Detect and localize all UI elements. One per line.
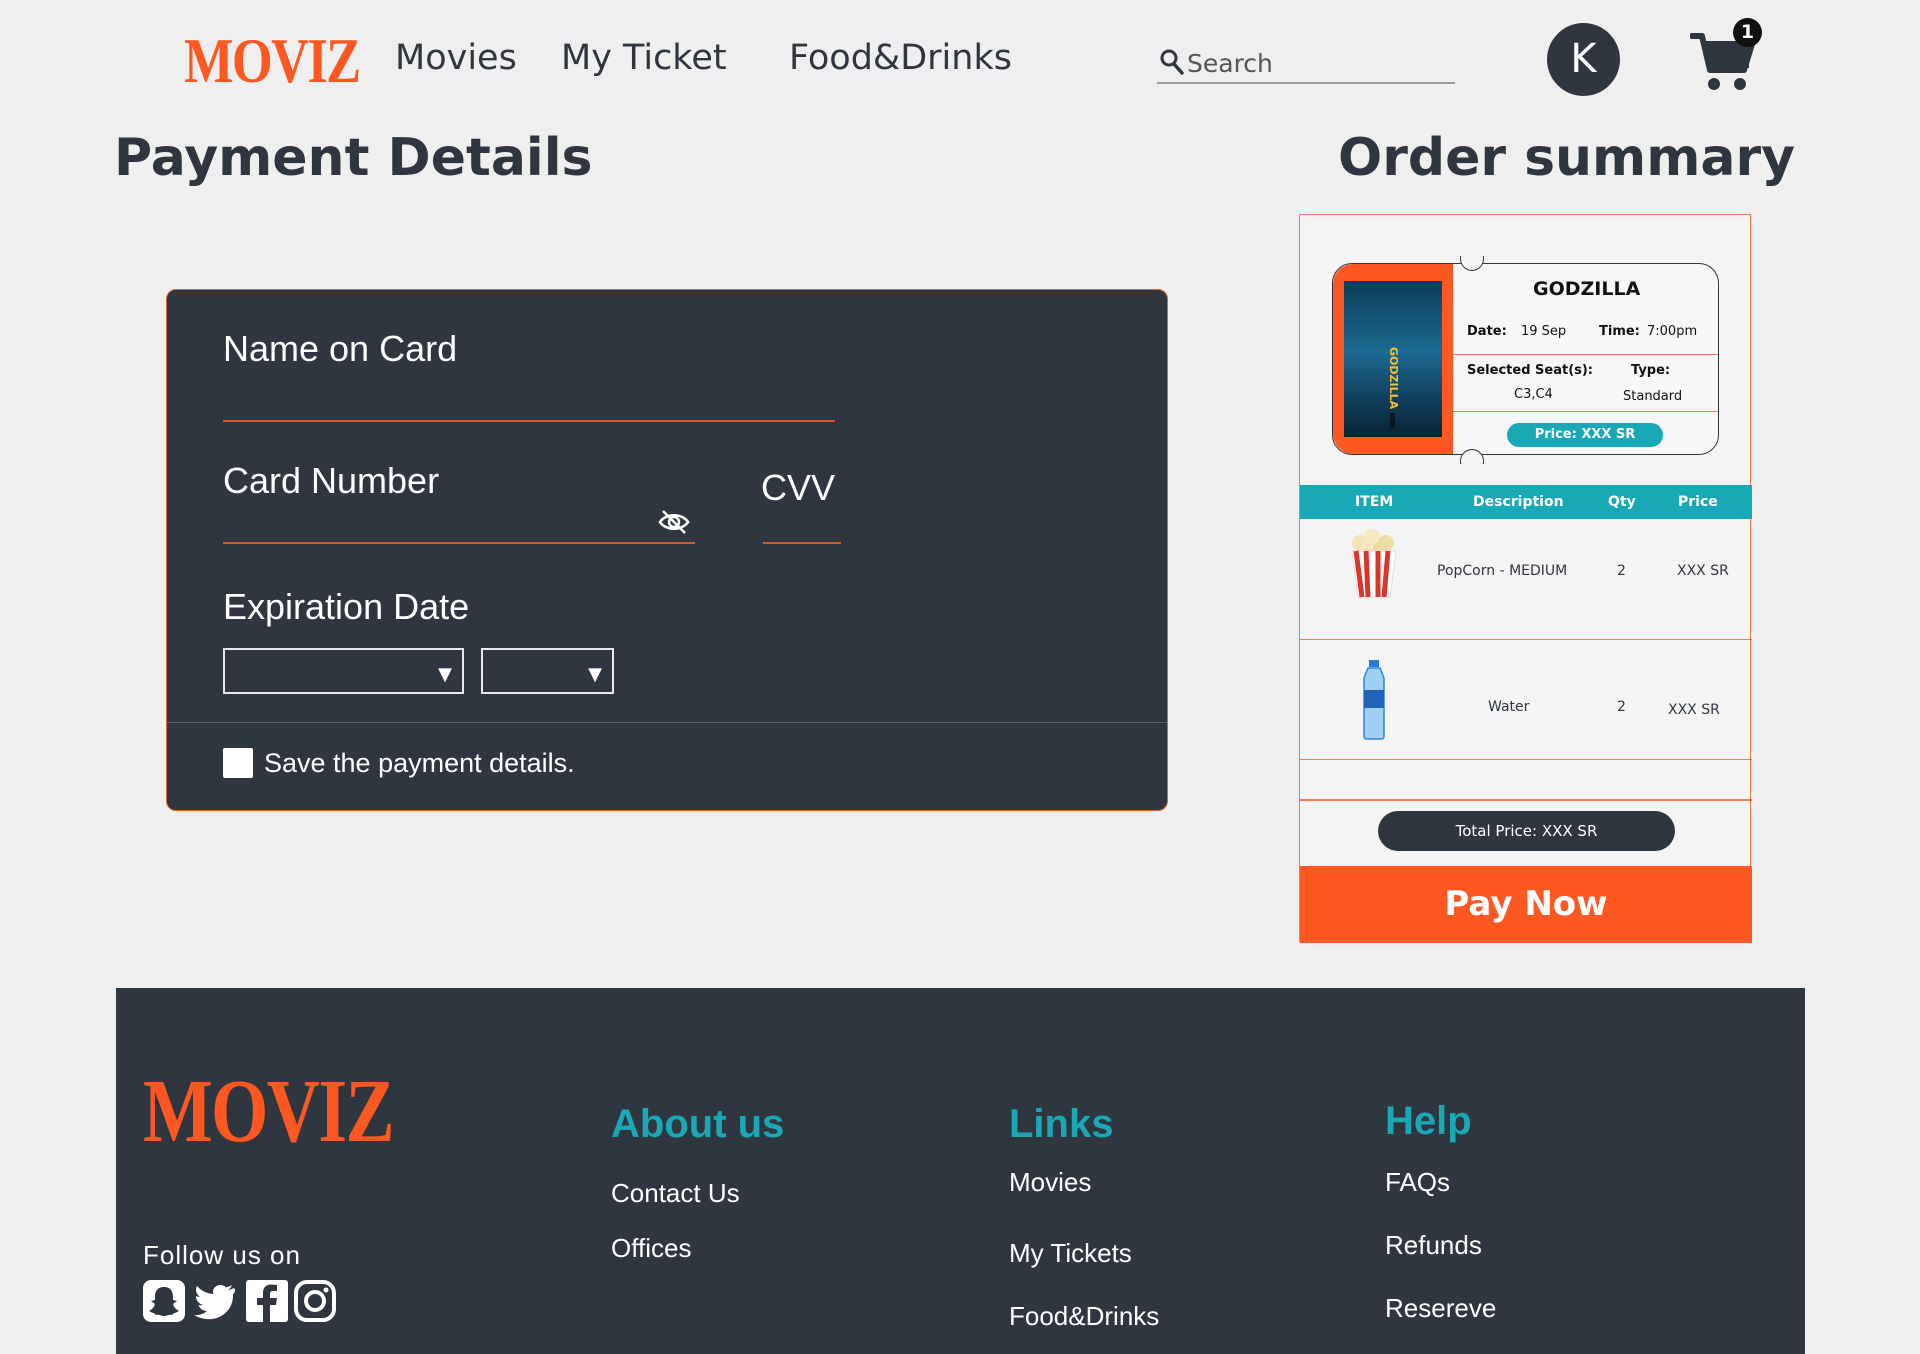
payment-form: Name on Card Card Number CVV Expiration …: [166, 289, 1168, 811]
ticket-movie-title: GODZILLA: [1533, 278, 1641, 300]
save-details-checkbox[interactable]: [223, 748, 253, 778]
ticket-type-value: Standard: [1623, 389, 1683, 404]
order-table-header: ITEM Description Qty Price: [1300, 485, 1752, 519]
ticket-seats-label: Selected Seat(s):: [1467, 363, 1594, 378]
row-price: XXX SR: [1677, 563, 1729, 579]
save-details-label: Save the payment details.: [264, 748, 575, 778]
ticket-time-value: 7:00pm: [1647, 324, 1698, 339]
footer-link-food-drinks[interactable]: Food&Drinks: [1009, 1301, 1159, 1332]
follow-us-label: Follow us on: [143, 1240, 301, 1270]
snapchat-icon[interactable]: [143, 1280, 185, 1322]
twitter-icon[interactable]: [191, 1280, 239, 1322]
footer-link-contact-us[interactable]: Contact Us: [611, 1178, 740, 1209]
hide-eye-icon[interactable]: [658, 508, 690, 536]
ticket-price-badge: Price: XXX SR: [1507, 423, 1663, 447]
chevron-down-icon: ▼: [438, 664, 452, 685]
footer-about-heading: About us: [611, 1102, 785, 1146]
poster-title: GODZILLA: [1387, 347, 1400, 410]
footer-link-faqs[interactable]: FAQs: [1385, 1167, 1450, 1198]
footer-link-refunds[interactable]: Refunds: [1385, 1230, 1482, 1261]
footer-links-heading: Links: [1009, 1102, 1114, 1146]
popcorn-icon: [1351, 529, 1397, 598]
footer-link-my-tickets[interactable]: My Tickets: [1009, 1238, 1132, 1269]
row-divider: [1300, 639, 1752, 640]
movie-ticket: GODZILLA GODZILLA Date: 19 Sep Time: 7:0…: [1332, 256, 1719, 464]
search-input[interactable]: [1185, 46, 1449, 80]
nav-my-ticket[interactable]: My Ticket: [561, 38, 727, 78]
expiration-date-label: Expiration Date: [223, 586, 470, 627]
cvv-input[interactable]: [763, 500, 841, 544]
cart-count-badge: 1: [1733, 18, 1762, 47]
facebook-icon[interactable]: [246, 1280, 288, 1322]
footer-help-heading: Help: [1385, 1099, 1472, 1143]
ticket-divider: [1453, 411, 1718, 412]
order-summary-panel: GODZILLA GODZILLA Date: 19 Sep Time: 7:0…: [1299, 214, 1752, 943]
name-on-card-label: Name on Card: [223, 328, 458, 369]
col-price: Price: [1678, 494, 1718, 510]
user-avatar[interactable]: K: [1547, 23, 1620, 96]
card-number-input[interactable]: [223, 500, 695, 544]
footer: MOVIZ Follow us on About us Contact Us O…: [116, 988, 1805, 1354]
card-number-label: Card Number: [223, 460, 440, 501]
nav-movies[interactable]: Movies: [395, 38, 517, 78]
water-bottle-icon: [1363, 660, 1385, 740]
poster-figure: [1390, 413, 1395, 429]
nav-food-drinks[interactable]: Food&Drinks: [789, 38, 1012, 78]
ticket-seats-value: C3,C4: [1514, 387, 1553, 402]
ticket-time-label: Time:: [1599, 324, 1640, 339]
col-qty: Qty: [1608, 494, 1636, 510]
instagram-icon[interactable]: [294, 1280, 336, 1322]
expiry-month-select[interactable]: ▼: [223, 648, 464, 694]
payment-details-title: Payment Details: [114, 128, 593, 188]
row-price: XXX SR: [1668, 702, 1720, 718]
col-description: Description: [1473, 494, 1564, 510]
name-on-card-input[interactable]: [223, 378, 835, 422]
total-price-badge: Total Price: XXX SR: [1378, 811, 1675, 851]
ticket-date-value: 19 Sep: [1521, 324, 1567, 339]
cart-button[interactable]: 1: [1690, 18, 1762, 90]
row-description: Water: [1488, 699, 1530, 715]
ticket-divider: [1453, 354, 1718, 355]
pay-now-button[interactable]: Pay Now: [1300, 866, 1752, 943]
movie-poster: GODZILLA: [1344, 281, 1442, 437]
col-item: ITEM: [1355, 494, 1394, 510]
form-divider: [167, 722, 1167, 723]
ticket-type-label: Type:: [1631, 363, 1671, 378]
expiry-year-select[interactable]: ▼: [481, 648, 614, 694]
row-divider: [1300, 759, 1752, 760]
footer-logo[interactable]: MOVIZ: [143, 1060, 395, 1163]
footer-link-movies[interactable]: Movies: [1009, 1167, 1091, 1198]
ticket-date-label: Date:: [1467, 324, 1507, 339]
search-bar[interactable]: [1157, 42, 1455, 84]
order-summary-title: Order summary: [1338, 128, 1796, 188]
search-icon: [1160, 49, 1184, 75]
chevron-down-icon: ▼: [588, 664, 602, 685]
row-qty: 2: [1617, 699, 1626, 715]
footer-link-reserve[interactable]: Resereve: [1385, 1293, 1496, 1324]
row-description: PopCorn - MEDIUM: [1437, 563, 1568, 579]
header-logo[interactable]: MOVIZ: [184, 24, 361, 98]
footer-link-offices[interactable]: Offices: [611, 1233, 691, 1264]
row-qty: 2: [1617, 563, 1626, 579]
row-divider: [1300, 799, 1752, 801]
